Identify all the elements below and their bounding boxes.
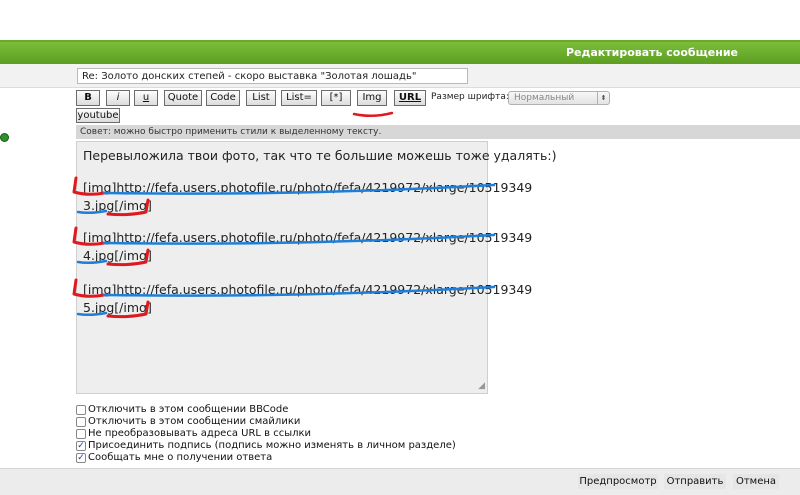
img-button[interactable]: Img	[357, 90, 387, 106]
status-dot-icon	[0, 133, 9, 142]
preview-button[interactable]: Предпросмотр	[578, 474, 658, 489]
checkbox-notify-reply[interactable]: ✓	[76, 453, 86, 463]
italic-button[interactable]: i	[106, 90, 130, 106]
submit-button[interactable]: Отправить	[664, 474, 726, 489]
message-textarea[interactable]: Перевыложила твои фото, так что те больш…	[76, 141, 556, 394]
message-line: [img]http://fefa.users.photofile.ru/phot…	[83, 230, 533, 245]
list-button[interactable]: List	[246, 90, 276, 106]
list-ordered-button[interactable]: List=	[281, 90, 317, 106]
underline-button[interactable]: u	[134, 90, 158, 106]
quote-button[interactable]: Quote	[164, 90, 202, 106]
checkbox-disable-bbcode[interactable]	[76, 405, 86, 415]
message-line: 5.jpg[/img]	[83, 300, 152, 315]
tip-bar: Совет: можно быстро применить стили к вы…	[76, 125, 800, 139]
font-size-select[interactable]: Нормальный ⬍	[508, 91, 610, 105]
subject-input[interactable]	[77, 68, 468, 84]
cancel-button[interactable]: Отмена	[733, 474, 779, 489]
edit-post-page: Редактировать сообщение B i u Quote Code…	[0, 0, 800, 495]
url-button[interactable]: URL	[394, 90, 426, 106]
checkbox-disable-smilies[interactable]	[76, 417, 86, 427]
font-size-value: Нормальный	[514, 93, 575, 103]
subject-row	[0, 64, 800, 88]
header-bar: Редактировать сообщение	[0, 42, 800, 64]
checkbox-no-url-parse[interactable]	[76, 429, 86, 439]
page-title: Редактировать сообщение	[565, 46, 738, 59]
code-button[interactable]: Code	[206, 90, 240, 106]
chevron-updown-icon: ⬍	[597, 92, 609, 104]
bbcode-toolbar: B i u Quote Code List List= [*] Img URL …	[76, 90, 776, 117]
youtube-button[interactable]: youtube	[76, 108, 120, 123]
resize-grip-icon[interactable]: ◢	[478, 381, 485, 391]
bold-button[interactable]: B	[76, 90, 100, 106]
message-line: [img]http://fefa.users.photofile.ru/phot…	[83, 282, 533, 297]
list-item-button[interactable]: [*]	[321, 90, 351, 106]
message-line: 3.jpg[/img]	[83, 198, 152, 213]
checkbox-attach-signature[interactable]: ✓	[76, 441, 86, 451]
message-line-intro: Перевыложила твои фото, так что те больш…	[83, 148, 557, 163]
font-size-label: Размер шрифта:	[431, 92, 509, 102]
message-line: [img]http://fefa.users.photofile.ru/phot…	[83, 180, 533, 195]
message-line: 4.jpg[/img]	[83, 248, 152, 263]
footer-bar: Предпросмотр Отправить Отмена	[0, 468, 800, 495]
